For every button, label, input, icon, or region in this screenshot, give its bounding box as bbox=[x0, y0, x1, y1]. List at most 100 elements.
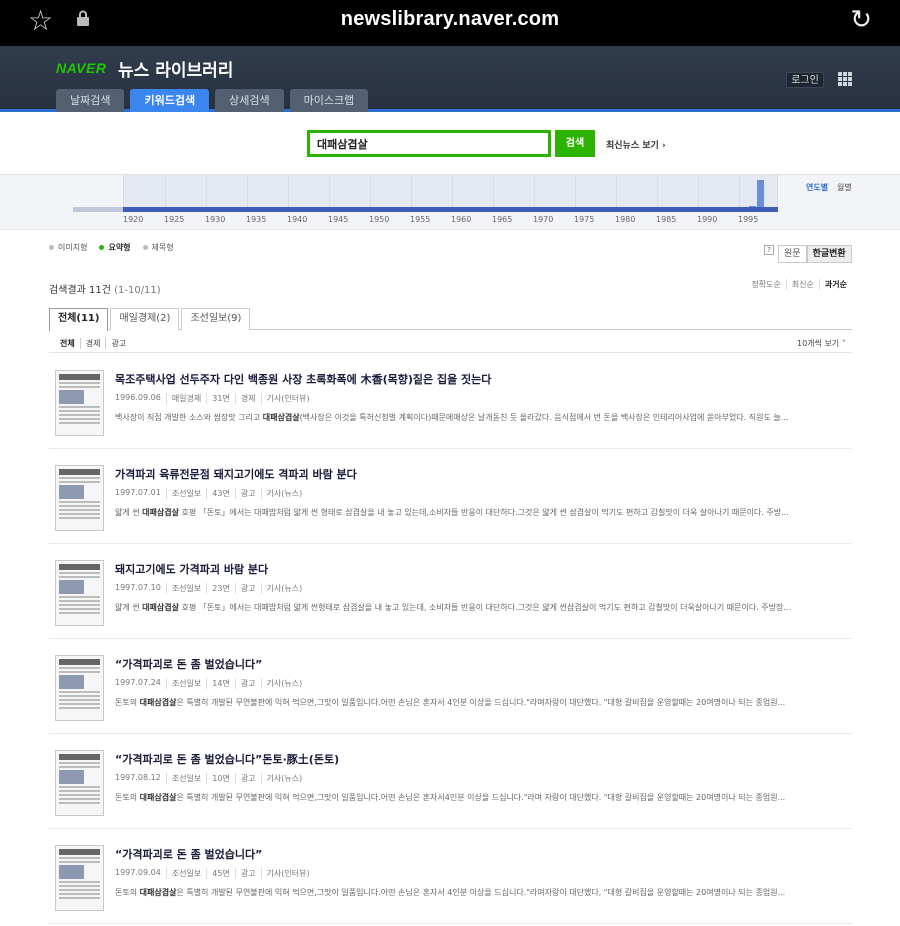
timeline-year-label[interactable]: 1920 bbox=[123, 215, 143, 224]
text-convert-buttons: 원문 한글변환 bbox=[778, 245, 852, 263]
newspaper-thumbnail[interactable] bbox=[55, 845, 104, 911]
result-page: 10면 bbox=[206, 773, 235, 784]
result-page: 31면 bbox=[206, 393, 235, 404]
sort-latest[interactable]: 최신순 bbox=[785, 279, 819, 290]
source-tab-all[interactable]: 전체(11) bbox=[49, 308, 109, 331]
result-snippet: 얇게 썬 대패삼겹살 호평 「돈토」에서는 대패밥처럼 얇게 썬형태로 삼겹살을… bbox=[115, 600, 850, 615]
original-text-button[interactable]: 원문 bbox=[778, 245, 807, 263]
timeline-year-label[interactable]: 1975 bbox=[574, 215, 594, 224]
result-meta: 1997.07.24 조선일보 14면 광고 기사(뉴스) bbox=[115, 678, 307, 689]
newspaper-thumbnail[interactable] bbox=[55, 465, 104, 531]
timeline-year-label[interactable]: 1990 bbox=[697, 215, 717, 224]
mode-yearly[interactable]: 연도별 bbox=[806, 182, 828, 193]
timeline-base bbox=[123, 207, 778, 212]
timeline-year-label[interactable]: 1930 bbox=[205, 215, 225, 224]
category-all[interactable]: 전체 bbox=[60, 338, 80, 349]
tab-my-scrap[interactable]: 마이스크랩 bbox=[289, 89, 369, 112]
result-title[interactable]: “가격파괴로 돈 좀 벌었습니다” bbox=[115, 846, 262, 862]
result-meta: 1997.07.10 조선일보 23면 광고 기사(뉴스) bbox=[115, 583, 307, 594]
radio-icon bbox=[99, 245, 105, 250]
timeline-year-label[interactable]: 1965 bbox=[492, 215, 512, 224]
recent-news-link[interactable]: 최신뉴스 보기 › bbox=[606, 138, 666, 151]
source-tab-maeil[interactable]: 매일경제(2) bbox=[110, 308, 180, 330]
timeline-year-label[interactable]: 1950 bbox=[369, 215, 389, 224]
timeline-year-label[interactable]: 1985 bbox=[656, 215, 676, 224]
result-paper: 조선일보 bbox=[165, 583, 206, 594]
reload-icon[interactable]: ↻ bbox=[850, 5, 872, 35]
search-area: 검색 최신뉴스 보기 › bbox=[0, 115, 900, 175]
naver-logo[interactable]: NAVER bbox=[56, 60, 106, 76]
result-date: 1996.09.06 bbox=[115, 393, 161, 402]
result-paper: 매일경제 bbox=[165, 393, 206, 404]
radio-icon bbox=[142, 245, 148, 250]
newspaper-thumbnail[interactable] bbox=[55, 560, 104, 626]
result-item: 목조주택사업 선두주자 다인 백종원 사장 초록화폭에 木香(목향)짙은 집을 … bbox=[49, 354, 852, 449]
result-section: 광고 bbox=[234, 678, 261, 689]
per-page-select[interactable]: 10개씩 보기 ˅ bbox=[797, 338, 846, 349]
result-snippet: 얇게 썬 대패삼겹살 호평 「돈토」에서는 대패밥처럼 얇게 썬 형태로 삼겹살… bbox=[115, 505, 850, 520]
service-title[interactable]: 뉴스 라이브러리 bbox=[118, 56, 233, 81]
mode-monthly[interactable]: 월별 bbox=[837, 182, 852, 193]
result-item: 가격파괴 육류전문점 돼지고기에도 격파괴 바람 분다 1997.07.01 조선일… bbox=[49, 449, 852, 544]
snippet-text: 돈토의 bbox=[115, 888, 140, 897]
result-paper: 조선일보 bbox=[165, 773, 206, 784]
result-paper: 조선일보 bbox=[165, 678, 206, 689]
result-type: 기사(뉴스) bbox=[260, 488, 308, 499]
result-paper: 조선일보 bbox=[165, 868, 206, 879]
result-count-range: (1-10/11) bbox=[114, 285, 161, 296]
timeline-year-label[interactable]: 1995 bbox=[738, 215, 758, 224]
tab-detail-search[interactable]: 상세검색 bbox=[215, 89, 284, 112]
timeline-year-label[interactable]: 1960 bbox=[451, 215, 471, 224]
result-item: “가격파괴로 돈 좀 벌었습니다” 1997.07.24 조선일보 14면 광고 기사(뉴… bbox=[49, 639, 852, 734]
newspaper-thumbnail[interactable] bbox=[55, 750, 104, 816]
help-icon[interactable]: ? bbox=[764, 245, 774, 255]
timeline-year-label[interactable]: 1935 bbox=[246, 215, 266, 224]
url-bar[interactable]: newslibrary.naver.com bbox=[0, 8, 900, 31]
result-title[interactable]: 목조주택사업 선두주자 다인 백종원 사장 초록화폭에 木香(목향)짙은 집을 … bbox=[115, 371, 491, 387]
category-filter: 전체 경제 광고 bbox=[60, 338, 131, 349]
divider bbox=[49, 352, 852, 353]
nav-tabs: 날짜검색 키워드검색 상세검색 마이스크랩 bbox=[56, 89, 374, 112]
result-item: “가격파괴로 돈 좀 벌었습니다” 1997.09.04 조선일보 45면 광고 기사(인… bbox=[49, 829, 852, 924]
snippet-text: (백사장은 이것을 특허신청벌 계획이다)때문에매상은 날개돋친 듯 올라갔다.… bbox=[299, 413, 789, 422]
source-tabs: 전체(11) 매일경제(2) 조선일보(9) bbox=[49, 308, 852, 331]
result-date: 1997.07.10 bbox=[115, 583, 161, 592]
snippet-text: 은 특별히 개발된 무연불판에 익혀 먹으면,그맛이 일품입니다.어떤 손님은 … bbox=[176, 793, 786, 802]
view-title-label: 제목형 bbox=[151, 243, 174, 252]
login-button[interactable]: 로그인 bbox=[786, 72, 824, 88]
timeline-year-label[interactable]: 1970 bbox=[533, 215, 553, 224]
timeline-year-label[interactable]: 1980 bbox=[615, 215, 635, 224]
sort-accuracy[interactable]: 정확도순 bbox=[746, 279, 785, 290]
timeline-year-label[interactable]: 1940 bbox=[287, 215, 307, 224]
newspaper-thumbnail[interactable] bbox=[55, 655, 104, 721]
result-section: 광고 bbox=[234, 868, 261, 879]
result-title[interactable]: “가격파괴로 돈 좀 벌었습니다”돈토·豚土(돈토) bbox=[115, 751, 339, 767]
category-ad[interactable]: 광고 bbox=[105, 338, 131, 349]
timeline-year-label[interactable]: 1955 bbox=[410, 215, 430, 224]
source-tab-chosun[interactable]: 조선일보(9) bbox=[181, 308, 251, 330]
apps-grid-icon[interactable] bbox=[838, 72, 852, 86]
timeline-year-label[interactable]: 1925 bbox=[164, 215, 184, 224]
timeline-year-label[interactable]: 1945 bbox=[328, 215, 348, 224]
tab-date-search[interactable]: 날짜검색 bbox=[56, 89, 125, 112]
radio-icon bbox=[49, 245, 54, 250]
result-title[interactable]: 가격파괴 육류전문점 돼지고기에도 격파괴 바람 분다 bbox=[115, 466, 357, 482]
search-button[interactable]: 검색 bbox=[555, 130, 595, 157]
result-title[interactable]: “가격파괴로 돈 좀 벌었습니다” bbox=[115, 656, 262, 672]
tab-keyword-search[interactable]: 키워드검색 bbox=[130, 89, 210, 112]
timeline-base-left bbox=[73, 207, 123, 212]
search-input[interactable] bbox=[307, 130, 551, 157]
result-title[interactable]: 돼지고기에도 가격파괴 바람 분다 bbox=[115, 561, 268, 577]
result-snippet: 돈토의 대패삼겹살은 특별히 개발된 무연불판에 익혀 먹으면,그맛이 일품입니… bbox=[115, 695, 850, 710]
newspaper-thumbnail[interactable] bbox=[55, 370, 104, 436]
view-image-type[interactable]: 이미지형 bbox=[49, 242, 87, 253]
result-type: 기사(뉴스) bbox=[260, 583, 308, 594]
view-title-type[interactable]: 제목형 bbox=[142, 242, 174, 253]
view-summary-type[interactable]: 요약형 bbox=[99, 242, 131, 253]
sort-oldest[interactable]: 과거순 bbox=[818, 279, 852, 290]
result-page: 45면 bbox=[206, 868, 235, 879]
site-header: NAVER 뉴스 라이브러리 로그인 날짜검색 키워드검색 상세검색 마이스크랩 bbox=[0, 46, 900, 112]
hangul-convert-button[interactable]: 한글변환 bbox=[806, 245, 852, 263]
category-economy[interactable]: 경제 bbox=[79, 338, 106, 349]
result-section: 광고 bbox=[234, 583, 261, 594]
